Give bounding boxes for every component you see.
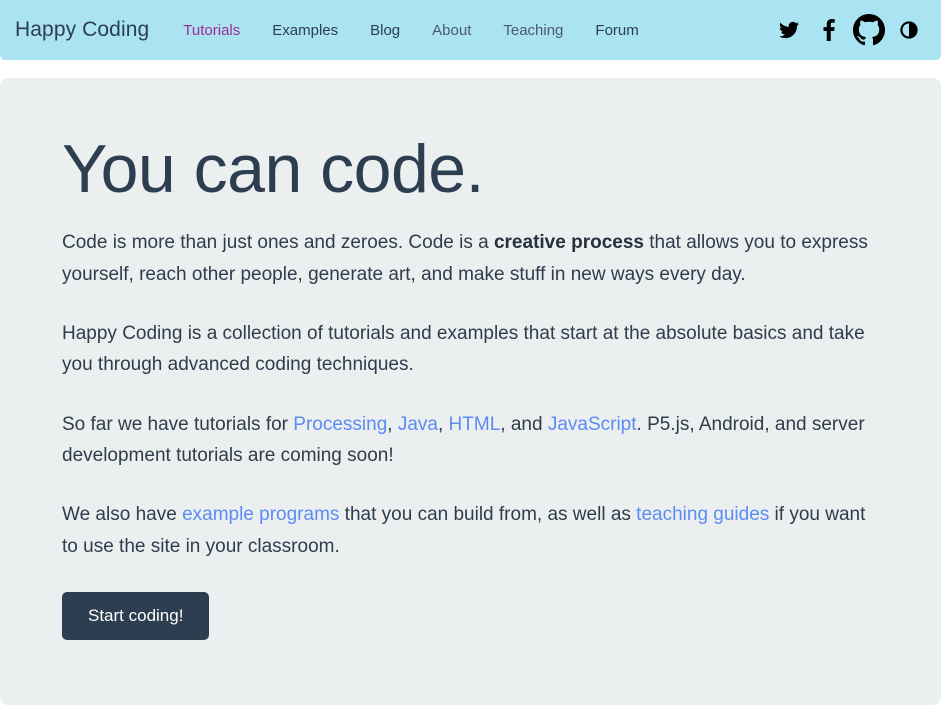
paragraph-4-lead: We also have xyxy=(62,504,183,526)
hero-content-card: You can code. Code is more than just one… xyxy=(0,78,941,705)
paragraph-3-sep2: , xyxy=(437,413,449,435)
paragraph-4-mid: that you can build from, as well as xyxy=(339,504,637,526)
paragraph-3-sep3: , and xyxy=(500,413,548,435)
link-javascript[interactable]: JavaScript xyxy=(548,414,637,435)
link-html[interactable]: HTML xyxy=(449,414,501,435)
github-icon[interactable] xyxy=(849,10,889,50)
link-processing[interactable]: Processing xyxy=(293,414,387,435)
nav-item-examples[interactable]: Examples xyxy=(256,22,354,39)
intro-paragraph-1-part1: Code is more than just ones and zeroes. … xyxy=(62,232,494,254)
intro-paragraph-1: Code is more than just ones and zeroes. … xyxy=(62,205,879,290)
intro-paragraph-4: We also have example programs that you c… xyxy=(62,471,879,562)
nav-item-forum[interactable]: Forum xyxy=(579,22,654,39)
twitter-icon[interactable] xyxy=(769,10,809,50)
link-java[interactable]: Java xyxy=(398,414,438,435)
intro-paragraph-3: So far we have tutorials for Processing,… xyxy=(62,381,879,472)
top-navigation-bar: Happy Coding Tutorials Examples Blog Abo… xyxy=(0,0,941,60)
page-title: You can code. xyxy=(62,131,485,207)
site-logo-happy-coding[interactable]: Happy Coding xyxy=(15,18,149,42)
paragraph-3-lead: So far we have tutorials for xyxy=(62,413,294,435)
paragraph-3-sep1: , xyxy=(387,413,398,435)
nav-item-blog[interactable]: Blog xyxy=(354,22,416,39)
link-example-programs[interactable]: example programs xyxy=(182,504,339,525)
primary-nav: Tutorials Examples Blog About Teaching F… xyxy=(167,22,654,39)
nav-item-about[interactable]: About xyxy=(416,22,487,39)
facebook-icon[interactable] xyxy=(809,10,849,50)
start-coding-button[interactable]: Start coding! xyxy=(62,592,210,641)
nav-social-icons xyxy=(769,10,929,50)
contrast-toggle-icon[interactable] xyxy=(889,10,929,50)
nav-item-teaching[interactable]: Teaching xyxy=(487,22,579,39)
creative-process-emphasis: creative process xyxy=(493,232,644,254)
nav-item-tutorials[interactable]: Tutorials xyxy=(167,22,256,39)
intro-paragraph-2: Happy Coding is a collection of tutorial… xyxy=(62,323,865,376)
link-teaching-guides[interactable]: teaching guides xyxy=(636,504,769,525)
